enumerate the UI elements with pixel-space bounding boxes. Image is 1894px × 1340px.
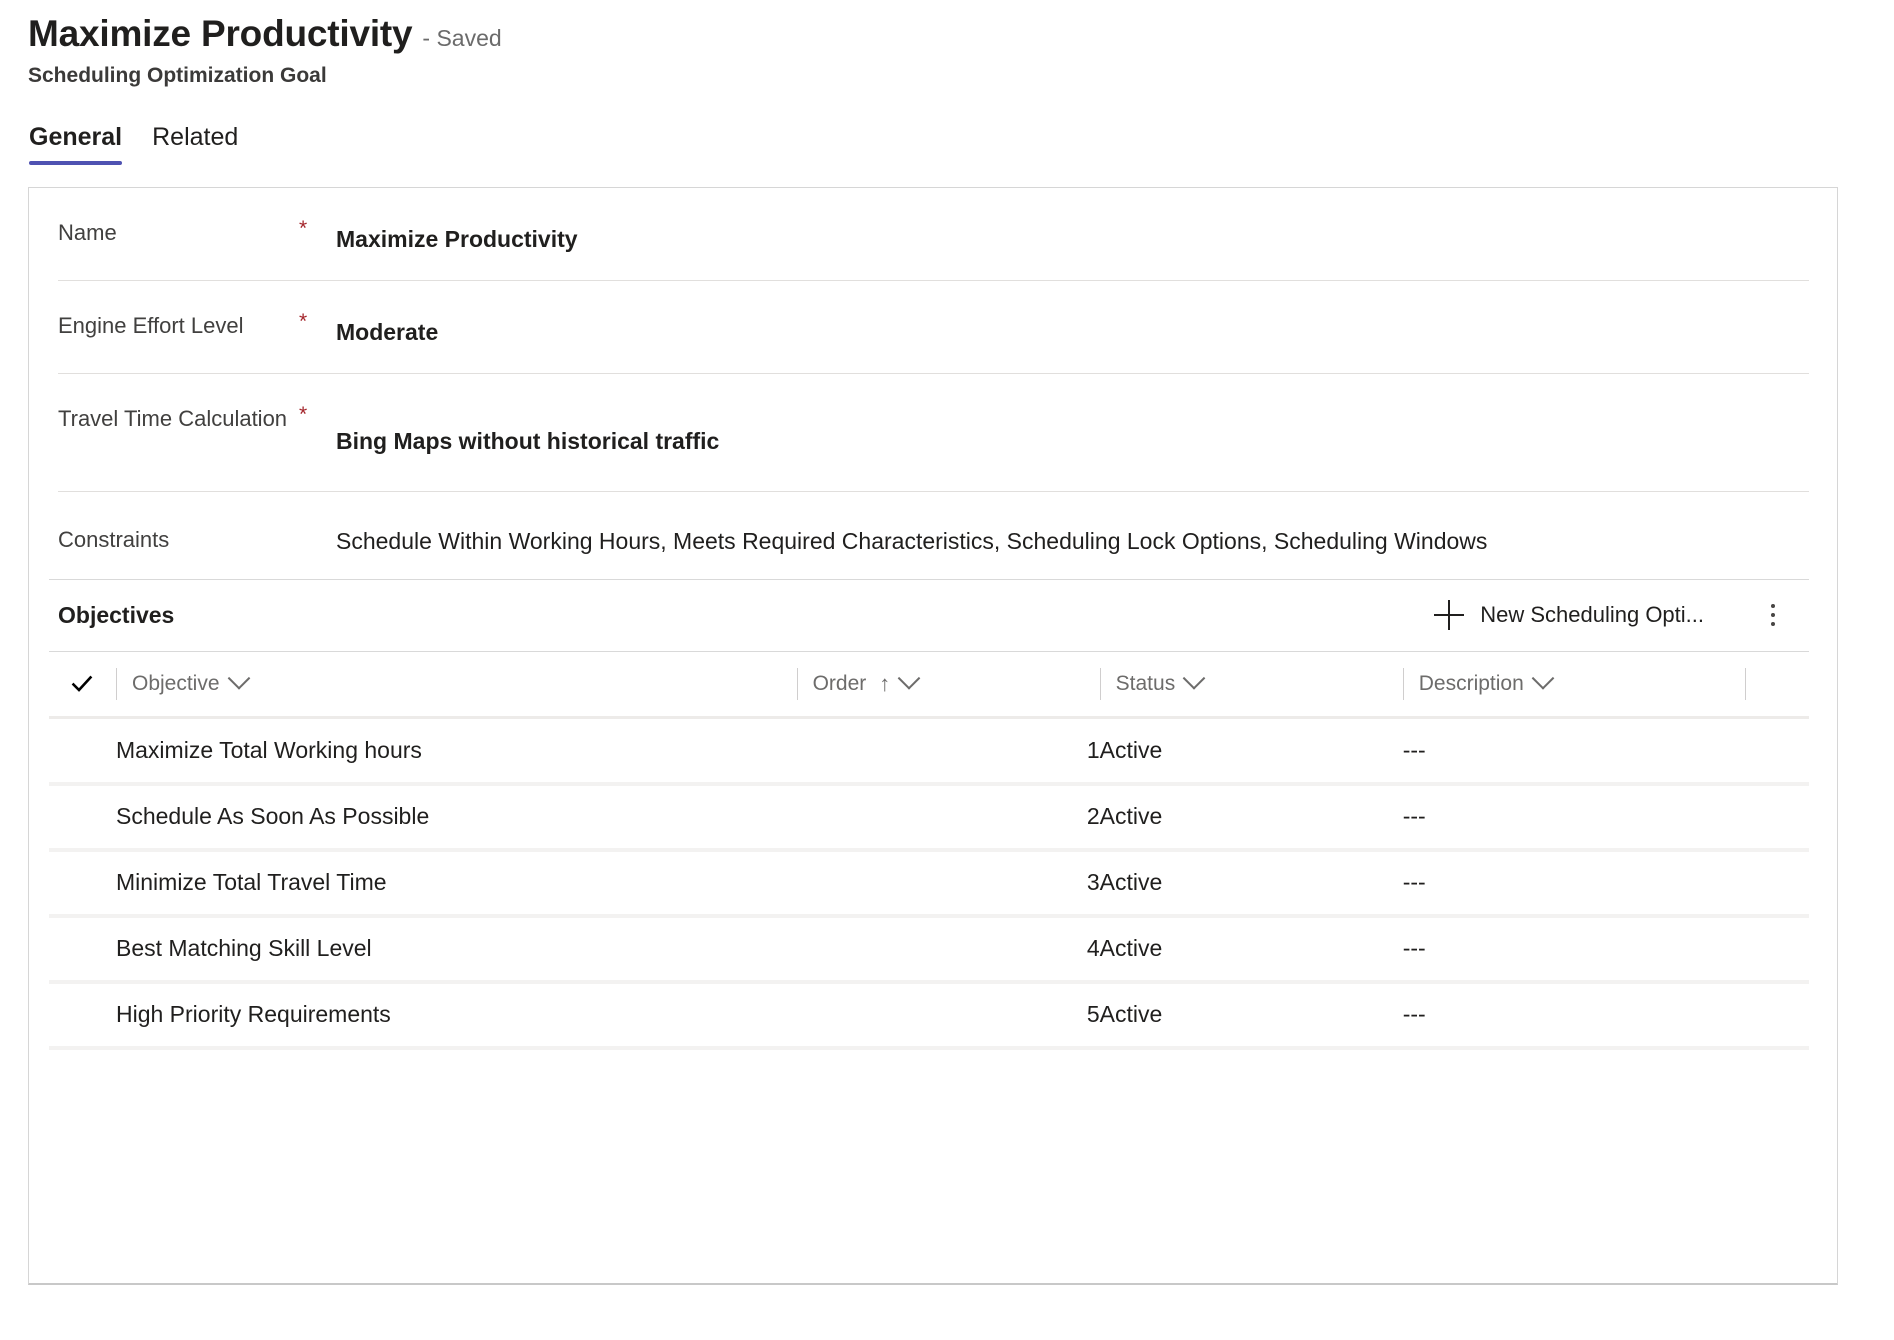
column-header-description-inner: Description bbox=[1402, 666, 1745, 700]
objectives-table-body: Maximize Total Working hours 1 Active --… bbox=[49, 717, 1809, 1050]
chevron-down-icon[interactable] bbox=[1531, 666, 1555, 690]
cell-objective[interactable]: Best Matching Skill Level bbox=[115, 915, 797, 984]
cell-order: 3 bbox=[796, 849, 1100, 918]
tab-related-label: Related bbox=[152, 122, 239, 151]
cell-spacer bbox=[1745, 717, 1809, 786]
column-header-description-label: Description bbox=[1418, 671, 1524, 695]
cell-status: Active bbox=[1099, 849, 1403, 918]
cell-status: Active bbox=[1099, 783, 1403, 852]
chevron-down-icon[interactable] bbox=[897, 666, 921, 690]
row-select-cell[interactable] bbox=[49, 849, 116, 918]
required-indicator-constraints bbox=[299, 511, 336, 521]
table-row[interactable]: Schedule As Soon As Possible 2 Active --… bbox=[49, 783, 1809, 852]
field-label-constraints: Constraints bbox=[58, 526, 170, 552]
table-row[interactable]: High Priority Requirements 5 Active --- bbox=[49, 981, 1809, 1050]
overflow-menu-icon bbox=[1771, 604, 1775, 627]
table-row[interactable]: Minimize Total Travel Time 3 Active --- bbox=[49, 849, 1809, 918]
cell-status: Active bbox=[1099, 981, 1403, 1050]
cell-description: --- bbox=[1402, 783, 1746, 852]
cell-order: 4 bbox=[796, 915, 1100, 984]
column-header-objective[interactable]: Objective bbox=[115, 651, 797, 720]
field-value-engine-effort-level[interactable]: Moderate bbox=[336, 300, 1809, 349]
field-row-engine-effort-level: Engine Effort Level * Moderate bbox=[58, 281, 1809, 374]
field-row-travel-time-calculation: Travel Time Calculation * Bing Maps with… bbox=[58, 374, 1809, 492]
row-select-cell[interactable] bbox=[49, 717, 116, 786]
cell-objective[interactable]: Minimize Total Travel Time bbox=[115, 849, 797, 918]
required-indicator-travel-time-calculation: * bbox=[299, 402, 308, 426]
cell-description: --- bbox=[1402, 915, 1746, 984]
objectives-table-header: Objective Order ↑ Status Description bbox=[49, 651, 1809, 720]
tab-general[interactable]: General bbox=[29, 122, 123, 165]
select-all-checkmark-icon[interactable] bbox=[49, 668, 116, 700]
form-card: Name * Maximize Productivity Engine Effo… bbox=[28, 186, 1838, 1285]
chevron-down-icon[interactable] bbox=[1182, 666, 1206, 690]
field-label-engine-effort-level: Engine Effort Level bbox=[58, 312, 244, 338]
cell-spacer bbox=[1745, 783, 1809, 852]
column-header-objective-label: Objective bbox=[131, 671, 220, 695]
column-header-status-label: Status bbox=[1115, 671, 1176, 695]
field-row-name: Name * Maximize Productivity bbox=[58, 188, 1809, 281]
cell-spacer bbox=[1745, 915, 1809, 984]
column-divider bbox=[1745, 667, 1747, 700]
cell-description: --- bbox=[1402, 717, 1746, 786]
cell-objective[interactable]: Schedule As Soon As Possible bbox=[115, 783, 797, 852]
objectives-table: Objective Order ↑ Status Description Max… bbox=[49, 651, 1809, 1050]
subgrid-header: Objectives New Scheduling Opti... bbox=[49, 578, 1809, 652]
more-commands-button[interactable] bbox=[1746, 588, 1800, 642]
cell-description: --- bbox=[1402, 849, 1746, 918]
table-header-row: Objective Order ↑ Status Description bbox=[49, 651, 1809, 720]
title-line: Maximize Productivity - Saved bbox=[28, 13, 1894, 55]
cell-spacer bbox=[1745, 849, 1809, 918]
new-scheduling-objective-label: New Scheduling Opti... bbox=[1480, 602, 1704, 628]
cell-order: 1 bbox=[796, 717, 1100, 786]
field-label-name: Name bbox=[58, 219, 117, 245]
tab-general-label: General bbox=[29, 122, 123, 151]
field-row-constraints: Constraints Schedule Within Working Hour… bbox=[58, 492, 1809, 579]
page-header: Maximize Productivity - Saved Scheduling… bbox=[0, 0, 1894, 165]
page-title: Maximize Productivity bbox=[28, 13, 413, 54]
column-header-spacer bbox=[1745, 651, 1809, 720]
tab-related[interactable]: Related bbox=[152, 123, 238, 165]
required-indicator-engine-effort-level: * bbox=[299, 309, 308, 333]
row-select-cell[interactable] bbox=[49, 783, 116, 852]
field-label-travel-time-calculation: Travel Time Calculation bbox=[58, 405, 288, 431]
cell-status: Active bbox=[1099, 915, 1403, 984]
column-header-status-inner: Status bbox=[1099, 666, 1403, 700]
column-header-order-label: Order bbox=[812, 671, 867, 695]
cell-order: 5 bbox=[796, 981, 1100, 1050]
form-fields: Name * Maximize Productivity Engine Effo… bbox=[29, 188, 1837, 579]
cell-spacer bbox=[1745, 981, 1809, 1050]
column-header-order-inner: Order ↑ bbox=[796, 666, 1100, 700]
new-scheduling-objective-button[interactable]: New Scheduling Opti... bbox=[1422, 594, 1716, 636]
chevron-down-icon[interactable] bbox=[227, 666, 250, 690]
cell-order: 2 bbox=[796, 783, 1100, 852]
row-select-cell[interactable] bbox=[49, 915, 116, 984]
field-value-travel-time-calculation[interactable]: Bing Maps without historical traffic bbox=[336, 393, 1809, 458]
column-header-order[interactable]: Order ↑ bbox=[796, 651, 1100, 720]
sort-ascending-icon: ↑ bbox=[879, 670, 891, 696]
column-header-select-all[interactable] bbox=[49, 651, 116, 720]
entity-name: Scheduling Optimization Goal bbox=[28, 63, 327, 87]
row-select-cell[interactable] bbox=[49, 981, 116, 1050]
subgrid-title: Objectives bbox=[58, 601, 175, 628]
cell-status: Active bbox=[1099, 717, 1403, 786]
objectives-subgrid: Objectives New Scheduling Opti... Object… bbox=[29, 578, 1837, 1050]
field-value-name[interactable]: Maximize Productivity bbox=[336, 207, 1809, 256]
cell-objective[interactable]: High Priority Requirements bbox=[115, 981, 797, 1050]
tab-bar: General Related bbox=[28, 123, 1894, 165]
column-header-objective-inner: Objective bbox=[115, 666, 797, 700]
save-status: - Saved bbox=[422, 25, 502, 51]
required-indicator-name: * bbox=[299, 216, 308, 240]
subgrid-command-bar: New Scheduling Opti... bbox=[1422, 588, 1800, 642]
cell-objective[interactable]: Maximize Total Working hours bbox=[115, 717, 797, 786]
plus-icon bbox=[1434, 600, 1465, 631]
table-row[interactable]: Maximize Total Working hours 1 Active --… bbox=[49, 717, 1809, 786]
column-header-description[interactable]: Description bbox=[1402, 651, 1746, 720]
cell-description: --- bbox=[1402, 981, 1746, 1050]
field-value-constraints[interactable]: Schedule Within Working Hours, Meets Req… bbox=[336, 511, 1809, 558]
table-row[interactable]: Best Matching Skill Level 4 Active --- bbox=[49, 915, 1809, 984]
column-header-status[interactable]: Status bbox=[1099, 651, 1403, 720]
